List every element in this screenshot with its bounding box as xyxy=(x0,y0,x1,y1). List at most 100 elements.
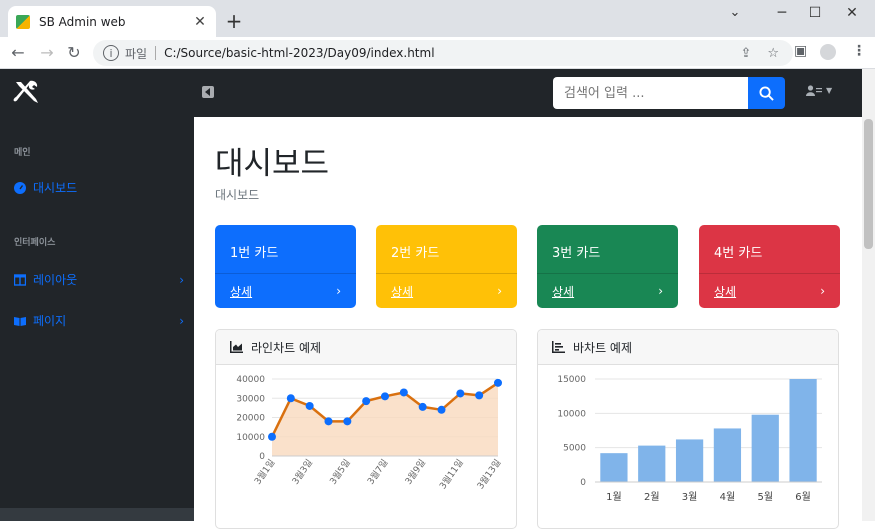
sidebar-item-label: 대시보드 xyxy=(33,181,78,195)
chevron-right-icon: › xyxy=(820,284,825,298)
bar xyxy=(600,453,628,482)
x-tick-label: 3월5일 xyxy=(327,457,353,487)
omnibox[interactable]: i 파일 C:/Source/basic-html-2023/Day09/ind… xyxy=(93,40,793,66)
chevron-right-icon: › xyxy=(658,284,663,298)
page-scrollbar[interactable] xyxy=(862,69,875,521)
side-panel-icon[interactable]: ▣ xyxy=(794,43,807,59)
user-dropdown[interactable]: ▼ xyxy=(806,85,832,96)
panel-title: 바차트 예제 xyxy=(573,340,633,355)
tab-close-icon[interactable]: ✕ xyxy=(192,14,208,30)
url-text[interactable]: C:/Source/basic-html-2023/Day09/index.ht… xyxy=(164,46,434,60)
app-top-navbar: ▼ xyxy=(0,69,862,117)
line-point xyxy=(286,394,295,403)
card-danger: 4번 카드 상세 › xyxy=(699,225,840,308)
omnibox-divider xyxy=(155,46,157,60)
y-tick-label: 15000 xyxy=(557,375,586,385)
sidebar-heading-interface: 인터페이스 xyxy=(14,238,56,248)
main-content: 대시보드 대시보드 1번 카드 상세 › 2번 카드 상세 › 3번 카드 상세… xyxy=(194,117,862,529)
side-nav: 메인 대시보드 인터페이스 레이아웃 › 페이지 › xyxy=(0,117,194,521)
bar-chart-panel: 바차트 예제 0 5000 10000 15000 1월 2월 3월 4월 5월 6월 xyxy=(537,329,839,529)
url-scheme-label: 파일 xyxy=(125,46,148,61)
sidebar-toggle-button[interactable] xyxy=(202,86,214,98)
y-tick-label: 40000 xyxy=(236,375,265,385)
browser-tab[interactable]: SB Admin web ✕ xyxy=(8,6,216,37)
tab-search-chevron-icon[interactable]: ⌄ xyxy=(712,5,758,20)
y-tick-label: 20000 xyxy=(236,414,265,424)
card-detail-link[interactable]: 상세 xyxy=(714,283,736,300)
y-tick-label: 10000 xyxy=(236,433,265,443)
panel-title: 라인차트 예제 xyxy=(251,340,322,355)
chart-bar-icon xyxy=(552,341,565,353)
tools-logo-icon[interactable] xyxy=(12,79,42,107)
x-tick-label: 2월 xyxy=(644,491,660,503)
address-bar-row: ← → ↻ i 파일 C:/Source/basic-html-2023/Day… xyxy=(0,37,875,69)
card-detail-link[interactable]: 상세 xyxy=(552,283,574,300)
search-icon xyxy=(759,85,774,101)
card-detail-link[interactable]: 상세 xyxy=(230,283,252,300)
line-point xyxy=(381,392,389,401)
line-point xyxy=(268,432,276,441)
search-button[interactable] xyxy=(748,77,785,109)
card-warning: 2번 카드 상세 › xyxy=(376,225,517,308)
bar xyxy=(751,414,779,482)
card-success: 3번 카드 상세 › xyxy=(537,225,678,308)
sidebar-item-label: 레이아웃 xyxy=(33,273,78,287)
bar xyxy=(789,379,817,482)
reload-button[interactable]: ↻ xyxy=(64,43,84,62)
line-point xyxy=(437,405,446,414)
card-footer: 상세 › xyxy=(699,273,840,308)
bookmark-star-icon[interactable]: ☆ xyxy=(767,46,779,61)
panel-header: 바차트 예제 xyxy=(538,330,838,365)
back-button[interactable]: ← xyxy=(8,43,28,62)
new-tab-button[interactable]: + xyxy=(224,9,244,33)
page-title: 대시보드 xyxy=(215,146,330,182)
line-chart: 0100002000030000400003월1일 3월3일 3월5일 3월7일 3월9… xyxy=(236,375,503,492)
window-close-button[interactable]: ✕ xyxy=(829,5,875,21)
card-title: 1번 카드 xyxy=(230,246,279,261)
caret-down-icon: ▼ xyxy=(826,86,833,95)
chart-area-icon xyxy=(230,341,243,353)
x-tick-label: 3월13일 xyxy=(474,457,503,492)
line-point xyxy=(494,378,502,387)
tab-title: SB Admin web xyxy=(39,14,126,29)
line-point xyxy=(324,417,333,426)
x-tick-label: 3월 xyxy=(682,491,698,503)
line-point xyxy=(343,417,352,426)
x-tick-label: 1월 xyxy=(606,491,622,503)
panel-header: 라인차트 예제 xyxy=(216,330,516,365)
share-icon[interactable]: ⇪ xyxy=(740,46,751,61)
sidebar-item-pages[interactable]: 페이지 › xyxy=(14,312,184,329)
sidebar-item-layout[interactable]: 레이아웃 › xyxy=(14,271,184,288)
site-info-icon[interactable]: i xyxy=(103,45,119,61)
x-tick-label: 3월7일 xyxy=(365,457,391,487)
line-point xyxy=(418,402,427,411)
line-point xyxy=(475,391,484,400)
sidebar-heading-main: 메인 xyxy=(14,148,31,158)
forward-button[interactable]: → xyxy=(37,43,57,62)
card-detail-link[interactable]: 상세 xyxy=(391,283,413,300)
profile-avatar-icon[interactable] xyxy=(820,44,836,60)
chevron-right-icon: › xyxy=(179,313,184,328)
y-tick-label: 0 xyxy=(259,452,265,462)
chevron-right-icon: › xyxy=(497,284,502,298)
sidebar-item-dashboard[interactable]: 대시보드 xyxy=(14,179,184,196)
card-footer: 상세 › xyxy=(376,273,517,308)
bar-chart: 0 5000 10000 15000 1월 2월 3월 4월 5월 6월 xyxy=(557,375,822,503)
line-point xyxy=(399,388,408,397)
menu-kebab-icon[interactable]: ⋮ xyxy=(852,43,866,59)
y-tick-label: 30000 xyxy=(236,394,265,404)
y-tick-label: 5000 xyxy=(563,444,586,454)
bar xyxy=(638,445,666,482)
search-input[interactable] xyxy=(553,77,748,109)
line-point xyxy=(305,401,314,410)
line-chart-panel: 라인차트 예제 0 10000 20000 30000 40000 3월1일 3월3일 3월5… xyxy=(215,329,517,529)
columns-icon xyxy=(14,273,26,286)
x-tick-label: 4월 xyxy=(720,491,736,503)
line-point xyxy=(362,397,371,406)
card-title: 4번 카드 xyxy=(714,246,763,261)
search-form xyxy=(553,77,785,109)
card-footer: 상세 › xyxy=(537,273,678,308)
bar xyxy=(675,439,704,482)
favicon-icon xyxy=(16,14,30,29)
scrollbar-thumb[interactable] xyxy=(864,119,873,249)
